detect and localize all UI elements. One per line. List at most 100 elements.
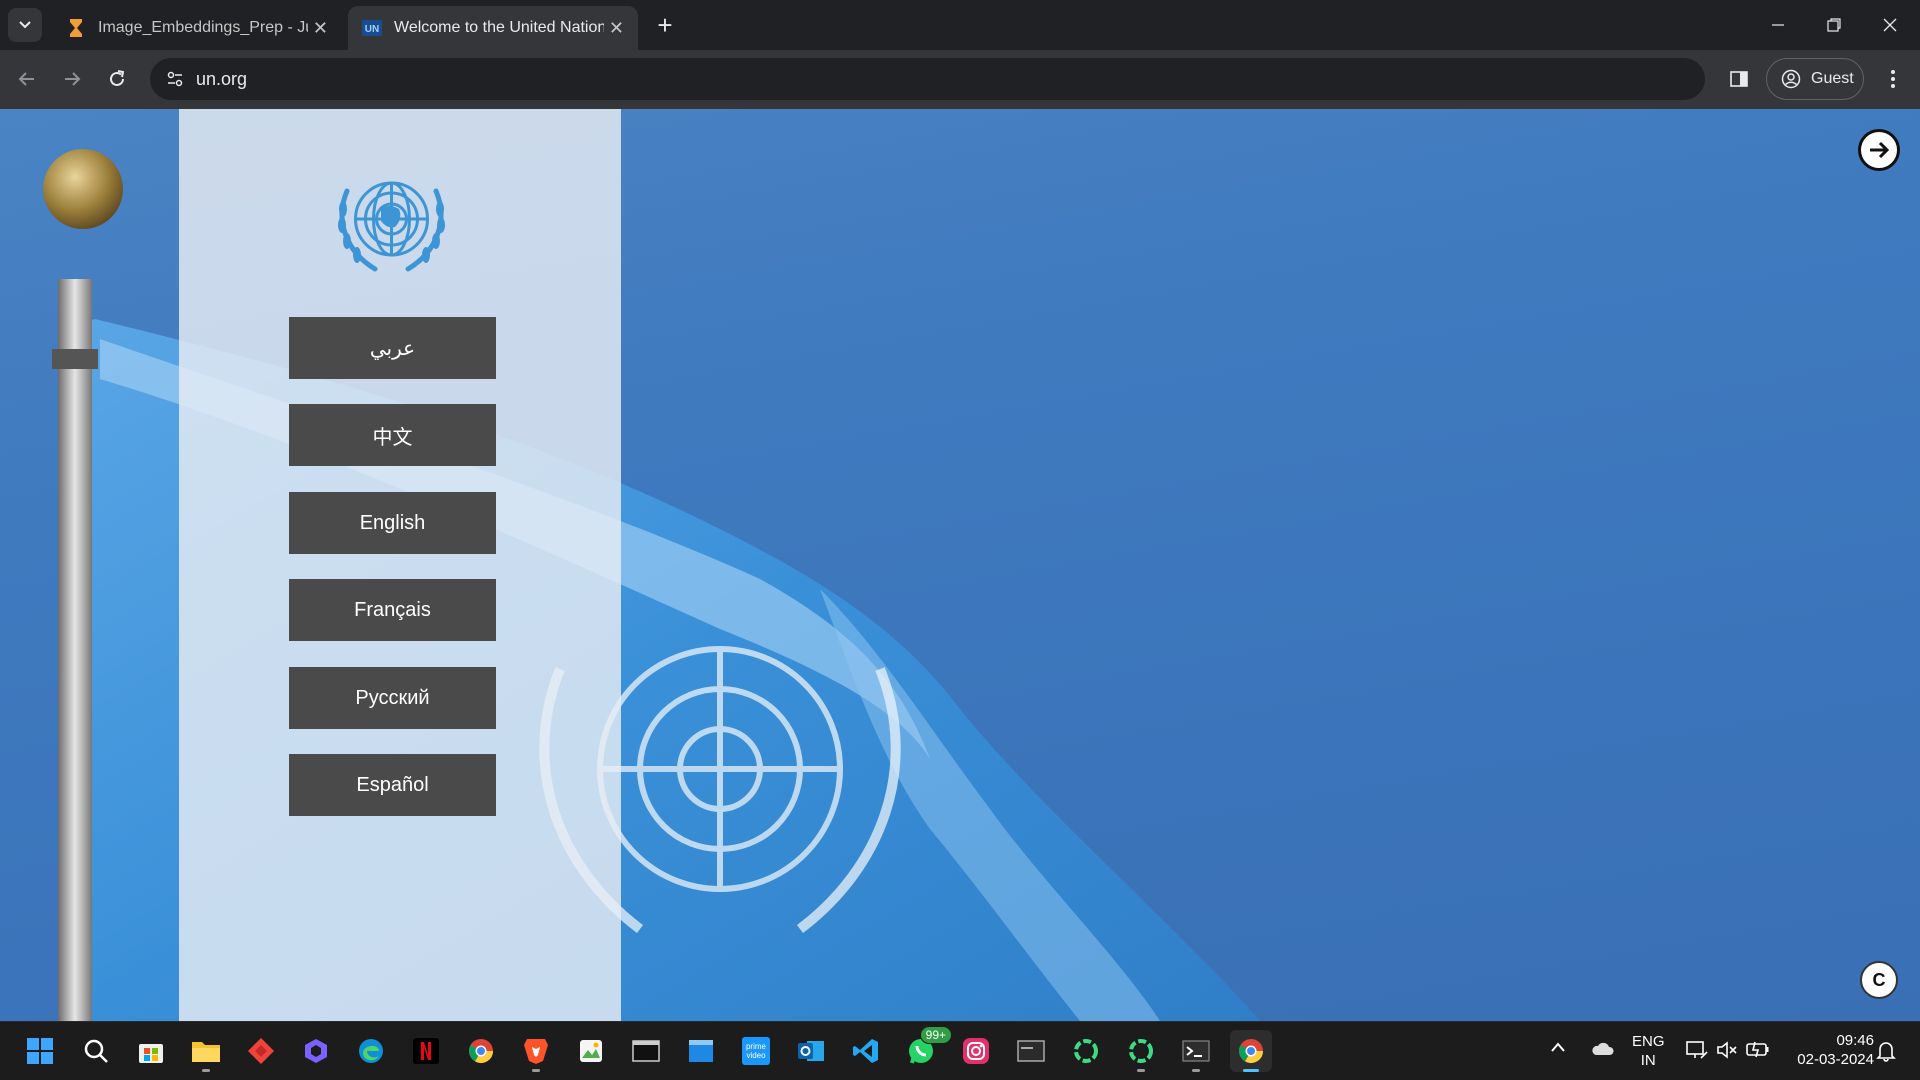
reload-icon (110, 70, 125, 86)
svg-text:video: video (746, 1051, 766, 1060)
windows-start-button[interactable] (19, 1030, 61, 1072)
prime-video-icon: primevideo (742, 1037, 770, 1065)
tab-title: Image_Embeddings_Prep - Jupyter (98, 19, 308, 36)
brave-icon (524, 1039, 548, 1064)
url-text: un.org (196, 69, 248, 89)
taskbar-file-explorer[interactable] (185, 1030, 227, 1072)
taskbar-vscode[interactable] (845, 1030, 887, 1072)
outlook-icon (798, 1041, 824, 1061)
taskbar-anydesk[interactable] (240, 1030, 282, 1072)
taskbar-powershell[interactable] (1175, 1030, 1217, 1072)
photos-icon (580, 1040, 602, 1062)
cloud-icon (1592, 1042, 1614, 1055)
show-hidden-icons-button[interactable] (1550, 1040, 1566, 1057)
instagram-icon (963, 1038, 989, 1064)
taskbar-prime-video[interactable]: prime video (735, 1030, 777, 1072)
svg-text:UN: UN (365, 24, 379, 35)
tab-search-button[interactable] (8, 8, 42, 42)
input-language-indicator[interactable]: ENG IN (1632, 1032, 1665, 1070)
region-code: IN (1640, 1052, 1656, 1069)
taskbar-edge[interactable] (350, 1030, 392, 1072)
language-button-spanish[interactable]: Español (289, 754, 496, 816)
menu-button[interactable] (1876, 62, 1910, 96)
profile-label: Guest (1811, 70, 1854, 87)
arrow-right-icon (1870, 141, 1890, 159)
language-button-russian[interactable]: Русский (289, 667, 496, 729)
chrome-icon (1238, 1039, 1263, 1064)
svg-text:prime: prime (746, 1042, 767, 1051)
taskbar-windows-app[interactable] (680, 1030, 722, 1072)
taskbar-outlook[interactable] (790, 1030, 832, 1072)
un-emblem-icon (338, 181, 445, 272)
language-button-french[interactable]: Français (289, 579, 496, 641)
taskbar-cmd[interactable] (1010, 1030, 1052, 1072)
copilot-icon (305, 1039, 327, 1063)
new-tab-button[interactable]: + (650, 10, 680, 40)
network-icon (1686, 1041, 1708, 1059)
clock-date: 02-03-2024 (1797, 1051, 1874, 1068)
network-button[interactable] (1686, 1040, 1708, 1064)
tab-united-nations[interactable]: UN Welcome to the United Nations ✕ (348, 6, 638, 50)
forward-button[interactable] (55, 62, 89, 96)
page-viewport: عربي 中文 English Français Русский Español… (0, 109, 1920, 1021)
taskbar-brave[interactable] (515, 1030, 557, 1072)
bell-icon (1876, 1042, 1896, 1062)
taskbar-photos[interactable] (570, 1030, 612, 1072)
chrome-icon (468, 1039, 493, 1064)
copyright-icon: C (1872, 969, 1886, 990)
taskbar-netflix[interactable] (405, 1030, 447, 1072)
windows-logo-icon (27, 1038, 53, 1064)
language-button-arabic[interactable]: عربي (289, 317, 496, 379)
taskbar-copilot[interactable] (295, 1030, 337, 1072)
close-icon[interactable]: ✕ (609, 18, 624, 39)
arrow-right-icon (65, 72, 81, 86)
un-favicon-icon: UN (362, 18, 382, 38)
battery-charging-icon (1746, 1041, 1769, 1058)
taskbar-search-button[interactable] (75, 1030, 117, 1072)
onedrive-button[interactable] (1590, 1040, 1614, 1060)
whatsapp-badge: 99+ (919, 1026, 952, 1044)
chevron-down-icon (19, 21, 31, 29)
next-arrow-button[interactable] (1858, 129, 1900, 171)
language-button-english[interactable]: English (289, 492, 496, 554)
clock-time: 09:46 (1836, 1032, 1874, 1049)
hourglass-icon (66, 18, 86, 38)
language-code: ENG (1632, 1033, 1665, 1050)
clock[interactable]: 09:46 02-03-2024 (1784, 1031, 1874, 1069)
profile-button[interactable]: Guest (1766, 58, 1864, 100)
taskbar-chrome-active[interactable] (1230, 1030, 1272, 1072)
copyright-button[interactable]: C (1860, 961, 1898, 999)
reload-button[interactable] (100, 62, 134, 96)
green-ring-icon (1129, 1039, 1153, 1063)
tab-jupyter[interactable]: Image_Embeddings_Prep - Jupyter ✕ (52, 6, 342, 50)
close-window-button[interactable] (1862, 0, 1918, 50)
close-icon[interactable]: ✕ (313, 18, 328, 39)
taskbar-terminal-app[interactable] (625, 1030, 667, 1072)
taskbar-whatsapp[interactable]: 99+ (900, 1026, 952, 1072)
taskbar-instagram[interactable] (955, 1030, 997, 1072)
taskbar-microsoft-store[interactable] (130, 1030, 172, 1072)
side-panel-button[interactable] (1722, 62, 1756, 96)
restore-button[interactable] (1806, 0, 1862, 50)
taskbar-ring-app[interactable] (1065, 1030, 1107, 1072)
taskbar-ring-app-2[interactable] (1120, 1030, 1162, 1072)
site-info-icon[interactable] (160, 64, 190, 94)
volume-muted-icon (1717, 1041, 1737, 1059)
notifications-button[interactable] (1876, 1040, 1896, 1066)
language-button-chinese[interactable]: 中文 (289, 404, 496, 466)
volume-button[interactable] (1716, 1040, 1738, 1064)
terminal-window-icon (632, 1040, 660, 1062)
restore-icon (1827, 18, 1841, 32)
anydesk-icon (248, 1038, 274, 1064)
minimize-button[interactable] (1750, 0, 1806, 50)
address-bar[interactable]: un.org (150, 58, 1705, 100)
windows-taskbar: prime video 99+ ENG IN 09:46 02-03-2024 (0, 1021, 1920, 1080)
browser-tab-bar: Image_Embeddings_Prep - Jupyter ✕ UN Wel… (0, 0, 1920, 50)
folder-icon (192, 1042, 220, 1062)
battery-button[interactable] (1746, 1040, 1770, 1062)
back-button[interactable] (10, 62, 44, 96)
search-icon (84, 1039, 108, 1063)
profile-icon (1781, 69, 1801, 89)
taskbar-chrome[interactable] (460, 1030, 502, 1072)
kebab-menu-icon (1891, 70, 1895, 88)
